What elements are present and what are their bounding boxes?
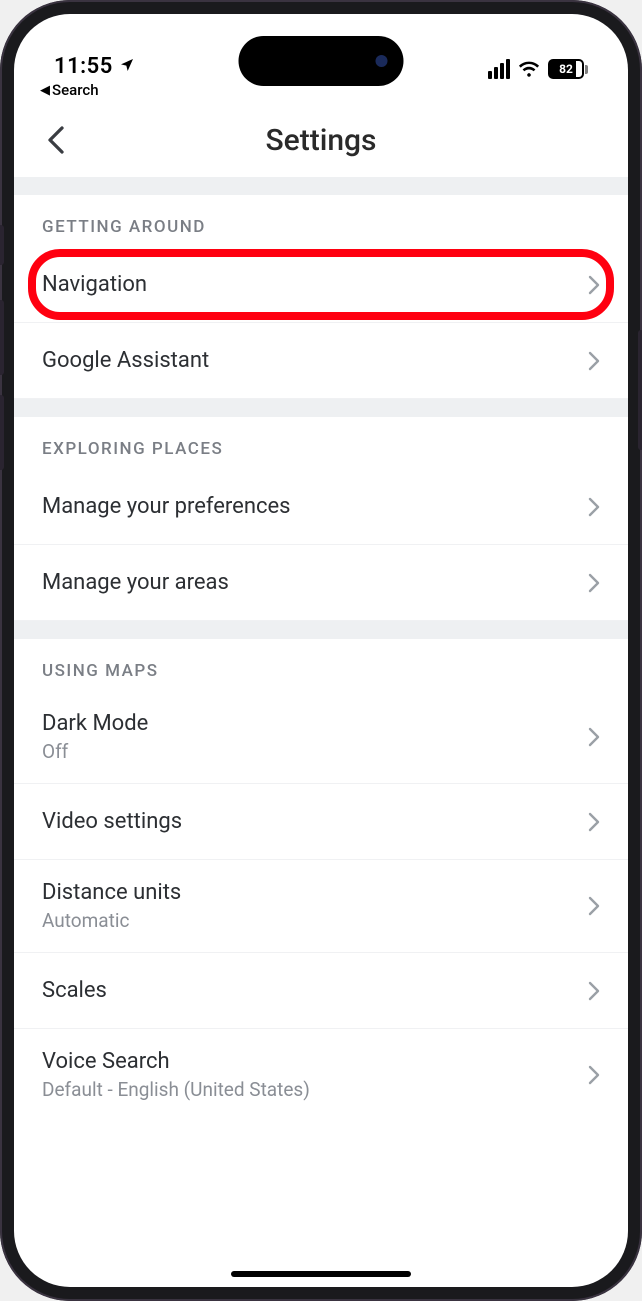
row-subtitle: Off [42, 740, 148, 763]
back-button[interactable] [36, 120, 76, 160]
volume-up-button [0, 300, 4, 375]
section-divider [14, 177, 628, 195]
status-time: 11:55 [54, 54, 113, 79]
chevron-right-icon [588, 1065, 600, 1085]
row-google-assistant[interactable]: Google Assistant [14, 323, 628, 399]
row-video-settings[interactable]: Video settings [14, 784, 628, 860]
chevron-right-icon [588, 812, 600, 832]
row-manage-preferences[interactable]: Manage your preferences [14, 469, 628, 545]
row-label: Manage your areas [42, 570, 229, 595]
mute-switch [0, 225, 4, 265]
battery-percentage: 82 [559, 62, 573, 76]
row-subtitle: Automatic [42, 909, 181, 932]
camera-dot [376, 55, 388, 67]
back-triangle-icon: ◀ [40, 83, 50, 98]
row-manage-areas[interactable]: Manage your areas [14, 545, 628, 621]
volume-down-button [0, 395, 4, 470]
section-header-getting-around: GETTING AROUND [14, 195, 628, 247]
section-divider [14, 399, 628, 417]
power-button [638, 330, 642, 450]
row-label: Distance units [42, 880, 181, 905]
row-label: Google Assistant [42, 348, 209, 373]
row-distance-units[interactable]: Distance units Automatic [14, 860, 628, 953]
cellular-icon [488, 59, 510, 79]
row-label: Voice Search [42, 1049, 310, 1074]
chevron-right-icon [588, 573, 600, 593]
chevron-right-icon [588, 981, 600, 1001]
nav-header: Settings [14, 103, 628, 177]
wifi-icon [518, 60, 540, 78]
row-subtitle: Default - English (United States) [42, 1078, 310, 1101]
row-scales[interactable]: Scales [14, 953, 628, 1029]
page-title: Settings [14, 123, 628, 158]
row-label: Video settings [42, 809, 182, 834]
row-dark-mode[interactable]: Dark Mode Off [14, 691, 628, 784]
chevron-right-icon [588, 896, 600, 916]
home-indicator[interactable] [231, 1271, 411, 1277]
breadcrumb-label: Search [52, 81, 99, 99]
battery-icon: 82 [548, 59, 588, 79]
row-navigation[interactable]: Navigation [14, 247, 628, 323]
dynamic-island [239, 36, 404, 86]
chevron-right-icon [588, 497, 600, 517]
chevron-right-icon [588, 727, 600, 747]
row-label: Navigation [42, 272, 147, 297]
row-label: Manage your preferences [42, 494, 291, 519]
section-header-exploring-places: EXPLORING PLACES [14, 417, 628, 469]
phone-frame: 11:55 82 [0, 0, 642, 1301]
row-label: Scales [42, 978, 107, 1003]
chevron-right-icon [588, 351, 600, 371]
chevron-right-icon [588, 275, 600, 295]
row-voice-search[interactable]: Voice Search Default - English (United S… [14, 1029, 628, 1121]
section-header-using-maps: USING MAPS [14, 639, 628, 691]
row-label: Dark Mode [42, 711, 148, 736]
phone-screen: 11:55 82 [14, 14, 628, 1287]
section-divider [14, 621, 628, 639]
location-icon [119, 54, 135, 79]
